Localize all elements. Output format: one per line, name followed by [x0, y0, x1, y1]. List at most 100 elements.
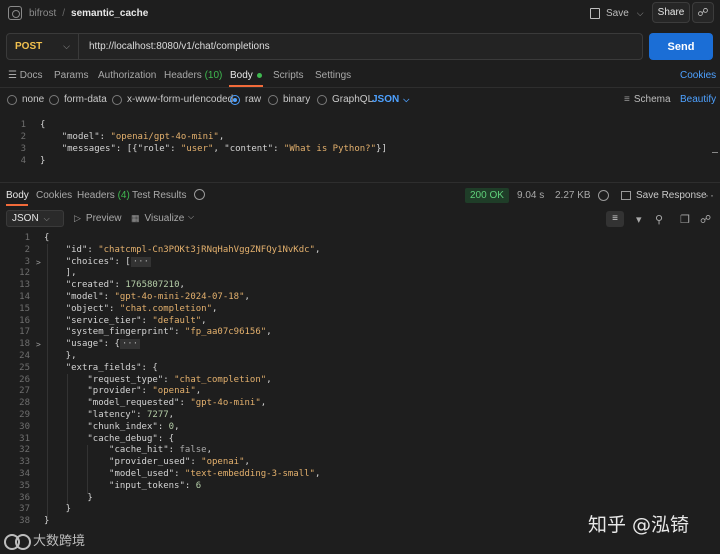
breadcrumb-separator: /	[62, 7, 66, 19]
save-response-button[interactable]: Save Response	[621, 190, 707, 201]
tab-settings[interactable]: Settings	[315, 70, 351, 81]
radio-none-label: none	[22, 94, 45, 105]
play-icon: ▷	[74, 213, 81, 223]
save-response-label: Save Response	[636, 190, 707, 201]
status-badge: 200 OK	[465, 188, 509, 203]
tab-headers[interactable]: Headers (10)	[164, 70, 222, 81]
tab-body[interactable]: Body	[230, 70, 262, 81]
json-line: 30 "chunk_index": 0,	[19, 421, 180, 432]
copy-link-button[interactable]: ☍	[692, 2, 714, 23]
code-line: 3 "messages": [{"role": "user", "content…	[0, 143, 720, 155]
code-line: 4}	[0, 155, 720, 167]
resp-tab-test-results[interactable]: Test Results	[132, 190, 186, 201]
json-line: 24 },	[19, 351, 77, 361]
request-body-editor[interactable]: 1{ 2 "model": "openai/gpt-4o-mini", 3 "m…	[0, 117, 720, 179]
radio-raw[interactable]: raw	[230, 94, 261, 105]
filter-icon[interactable]: ▾	[636, 213, 642, 226]
json-line: 36 }	[19, 492, 93, 503]
headers-count: (10)	[204, 70, 223, 81]
share-button[interactable]: Share	[652, 2, 690, 23]
radio-graphql-label: GraphQL	[332, 94, 374, 105]
chevron-right-icon[interactable]: >	[36, 339, 41, 351]
line-number: 4	[20, 156, 26, 166]
watermark-left: 大数跨境	[4, 530, 86, 550]
response-format-select[interactable]: JSON ⌵	[6, 210, 64, 227]
body-format-select[interactable]: JSON ⌵	[372, 94, 409, 105]
json-line: 18 > "usage": {···	[19, 339, 141, 351]
save-icon	[590, 7, 600, 19]
method-label: POST	[15, 41, 43, 52]
body-type-row: none form-data x-www-form-urlencoded raw…	[0, 92, 720, 108]
resp-tab-body[interactable]: Body	[6, 190, 29, 201]
watermark-left-text: 大数跨境	[33, 534, 86, 549]
radio-binary-label: binary	[283, 94, 311, 105]
response-time: 9.04 s	[517, 190, 545, 201]
request-tabs: ☰ Docs Params Authorization Headers (10)…	[0, 68, 720, 86]
history-icon[interactable]	[194, 189, 205, 200]
search-icon[interactable]: ⚲	[655, 213, 663, 226]
resp-headers-count: (4)	[117, 190, 130, 201]
visualize-button[interactable]: ▦ Visualize	[131, 213, 184, 224]
json-line: 34 "model_used": "text-embedding-3-small…	[19, 469, 321, 479]
radio-raw-label: raw	[245, 94, 262, 105]
radio-binary[interactable]: binary	[268, 94, 310, 105]
link-icon[interactable]: ☍	[700, 213, 711, 226]
json-line: 1{	[24, 233, 50, 243]
breadcrumb-collection[interactable]: semantic_cache	[71, 8, 148, 19]
tab-authorization[interactable]: Authorization	[98, 70, 156, 81]
json-line: 12 ],	[19, 268, 77, 279]
chevron-down-icon: ⌵	[403, 95, 410, 104]
radio-circle	[112, 94, 122, 105]
tab-params[interactable]: Params	[54, 70, 88, 81]
preview-label: Preview	[85, 213, 122, 224]
beautify-button[interactable]: Beautify	[680, 94, 716, 105]
line-number: 3	[20, 144, 26, 154]
radio-circle	[49, 94, 59, 105]
save-label: Save	[606, 7, 629, 19]
cookies-link[interactable]: Cookies	[680, 70, 716, 81]
json-line: 33 "provider_used": "openai",	[19, 457, 250, 468]
send-label: Send	[667, 40, 695, 53]
workspace-icon	[8, 6, 22, 20]
radio-circle	[268, 94, 278, 105]
more-options-icon[interactable]: ···	[700, 188, 715, 202]
editor-scroll-indicator[interactable]	[712, 152, 718, 153]
response-body-viewer[interactable]: 1{ 2 "id": "chatcmpl-Cn3POKt3jRNqHahVggZ…	[0, 232, 720, 530]
radio-circle	[317, 94, 327, 105]
resp-tab-headers[interactable]: Headers (4)	[77, 190, 130, 201]
resp-tab-cookies[interactable]: Cookies	[36, 190, 72, 201]
chevron-down-icon[interactable]: ⌵	[188, 212, 194, 222]
json-line: 35 "input_tokens": 6	[19, 480, 202, 491]
response-format-label: JSON	[12, 213, 39, 224]
radio-urlencoded[interactable]: x-www-form-urlencoded	[112, 94, 233, 105]
docs-icon: ☰	[8, 70, 17, 81]
save-button[interactable]: Save ⌵	[590, 4, 644, 22]
response-tabs: Body Cookies Headers (4) Test Results 20…	[0, 187, 720, 205]
chevron-down-icon[interactable]: ⌵	[637, 8, 644, 19]
link-icon: ☍	[697, 7, 709, 19]
url-bar: POST ⌵ http://localhost:8080/v1/chat/com…	[6, 33, 643, 60]
tab-scripts[interactable]: Scripts	[273, 70, 304, 81]
json-line: 13 "created": 1765807210,	[19, 280, 185, 291]
json-line: 27 "provider": "openai",	[19, 386, 202, 397]
radio-form-data[interactable]: form-data	[49, 94, 107, 105]
schema-button[interactable]: ≡ Schema	[624, 94, 671, 105]
watermark-logo-icon	[4, 532, 31, 550]
code-text: {	[40, 120, 46, 130]
send-button[interactable]: Send	[649, 33, 713, 60]
radio-graphql[interactable]: GraphQL	[317, 94, 373, 105]
schema-icon: ≡	[624, 94, 630, 105]
tab-docs[interactable]: ☰ Docs	[8, 70, 43, 81]
chevron-right-icon[interactable]: >	[36, 257, 41, 269]
code-text: "messages": [{"role": "user", "content":…	[61, 144, 387, 154]
globe-icon[interactable]	[598, 190, 609, 201]
url-input[interactable]: http://localhost:8080/v1/chat/completion…	[79, 41, 270, 52]
method-select[interactable]: POST ⌵	[7, 34, 79, 59]
code-line: 1{	[0, 119, 720, 131]
breadcrumb-workspace[interactable]: bifrost	[29, 8, 56, 19]
copy-icon[interactable]: ❐	[680, 213, 690, 226]
wrap-lines-icon[interactable]: ≡	[606, 211, 624, 227]
radio-none[interactable]: none	[7, 94, 44, 105]
preview-button[interactable]: ▷ Preview	[74, 213, 122, 224]
tab-docs-label: Docs	[19, 70, 43, 81]
